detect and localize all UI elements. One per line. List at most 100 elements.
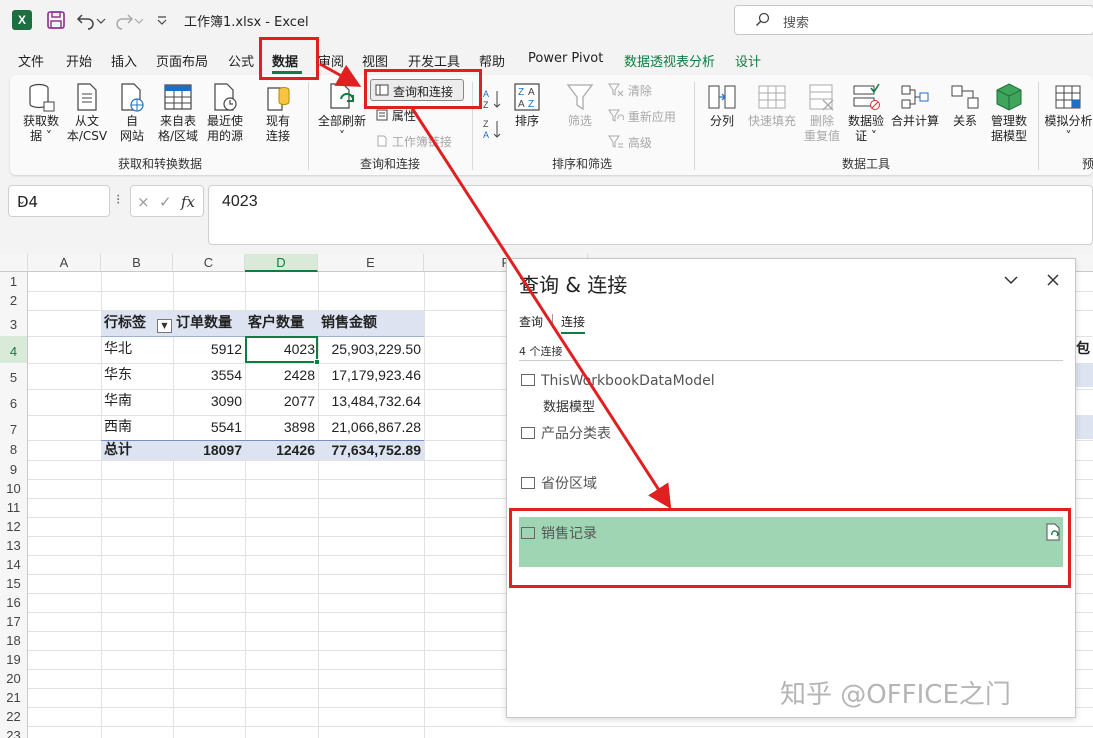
partial-cell[interactable] bbox=[1076, 363, 1093, 387]
relationships-button[interactable]: 关系 bbox=[946, 82, 984, 129]
reapply-button[interactable]: 重新应用 bbox=[608, 108, 676, 125]
enter-icon[interactable]: ✓ bbox=[159, 193, 172, 211]
from-table-range-button[interactable]: 来自表 格/区域 bbox=[154, 82, 202, 144]
column-header-c[interactable]: C bbox=[173, 254, 245, 272]
tab-queries[interactable]: 查询 bbox=[519, 313, 543, 330]
tab-view[interactable]: 视图 bbox=[362, 51, 388, 70]
tab-developer[interactable]: 开发工具 bbox=[408, 51, 460, 70]
row-header[interactable]: 6 bbox=[0, 389, 28, 415]
pivot-customers-value[interactable]: 3898 bbox=[245, 415, 318, 439]
formula-bar-splitter-icon[interactable]: ⁝ bbox=[116, 192, 120, 208]
tab-pivottable-analyze[interactable]: 数据透视表分析 bbox=[624, 51, 715, 70]
row-header[interactable]: 18 bbox=[0, 631, 28, 650]
from-text-csv-button[interactable]: 从文 本/CSV bbox=[64, 82, 110, 144]
pivot-customers-value[interactable]: 2428 bbox=[245, 363, 318, 387]
advanced-filter-button[interactable]: 高级 bbox=[608, 134, 652, 151]
pivot-sales-value[interactable]: 25,903,229.50 bbox=[318, 337, 424, 361]
tab-help[interactable]: 帮助 bbox=[479, 51, 505, 70]
row-header[interactable]: 3 bbox=[0, 310, 28, 336]
pivot-orders-value[interactable]: 5541 bbox=[173, 415, 245, 439]
sort-descending-button[interactable]: ZA bbox=[482, 118, 502, 143]
row-header[interactable]: 10 bbox=[0, 479, 28, 498]
tab-power-pivot[interactable]: Power Pivot bbox=[528, 51, 603, 66]
consolidate-button[interactable]: 合并计算 bbox=[888, 82, 942, 129]
column-header-e[interactable]: E bbox=[318, 254, 424, 272]
undo-dropdown-icon[interactable] bbox=[96, 10, 106, 30]
active-cell-d4[interactable] bbox=[245, 336, 318, 363]
manage-data-model-button[interactable]: 管理数 据模型 bbox=[986, 82, 1032, 144]
partial-cell[interactable] bbox=[1076, 415, 1093, 439]
row-header[interactable]: 4 bbox=[0, 336, 28, 363]
column-header-d[interactable]: D bbox=[245, 254, 318, 272]
sort-button[interactable]: ZA AZ 排序 bbox=[510, 82, 544, 129]
pane-options-chevron-down-icon[interactable] bbox=[1004, 275, 1018, 285]
undo-icon[interactable] bbox=[76, 10, 96, 30]
row-header[interactable]: 23 bbox=[0, 726, 28, 738]
redo-icon[interactable] bbox=[114, 10, 134, 30]
column-header-b[interactable]: B bbox=[101, 254, 173, 272]
row-header[interactable]: 17 bbox=[0, 612, 28, 631]
from-web-button[interactable]: 自 网站 bbox=[112, 82, 152, 144]
clear-filter-button[interactable]: 清除 bbox=[608, 82, 652, 99]
fill-handle[interactable] bbox=[314, 359, 320, 365]
row-labels-filter-dropdown-icon[interactable]: ▼ bbox=[157, 319, 172, 333]
tab-formulas[interactable]: 公式 bbox=[228, 51, 254, 70]
flash-fill-button[interactable]: 快速填充 bbox=[744, 82, 800, 129]
row-header[interactable]: 8 bbox=[0, 440, 28, 460]
pivot-customers-value[interactable]: 2077 bbox=[245, 389, 318, 413]
pivot-header-sales[interactable]: 销售金额 bbox=[318, 311, 380, 335]
pivot-header-customers[interactable]: 客户数量 bbox=[245, 311, 307, 335]
tab-page-layout[interactable]: 页面布局 bbox=[156, 51, 208, 70]
row-header[interactable]: 5 bbox=[0, 363, 28, 389]
pivot-header-row-labels[interactable]: 行标签 bbox=[101, 311, 149, 335]
close-icon[interactable] bbox=[1047, 274, 1059, 286]
tab-insert[interactable]: 插入 bbox=[111, 51, 137, 70]
recent-sources-button[interactable]: 最近使 用的源 bbox=[202, 82, 248, 144]
refresh-all-button[interactable]: 全部刷新 ˅ bbox=[314, 82, 370, 144]
select-all-corner[interactable] bbox=[0, 254, 28, 272]
pivot-row-label[interactable]: 西南 bbox=[101, 415, 135, 439]
row-header[interactable]: 2 bbox=[0, 291, 28, 310]
row-header[interactable]: 15 bbox=[0, 574, 28, 593]
save-icon[interactable] bbox=[46, 10, 66, 30]
row-header[interactable]: 21 bbox=[0, 688, 28, 707]
row-header[interactable]: 14 bbox=[0, 555, 28, 574]
row-header[interactable]: 7 bbox=[0, 415, 28, 440]
row-header[interactable]: 1 bbox=[0, 272, 28, 291]
pivot-row-label[interactable]: 华南 bbox=[101, 389, 135, 413]
row-header[interactable]: 12 bbox=[0, 517, 28, 536]
workbook-links-button[interactable]: 工作簿链接 bbox=[376, 133, 452, 150]
redo-dropdown-icon[interactable] bbox=[134, 10, 144, 30]
column-header-a[interactable]: A bbox=[28, 254, 101, 272]
pivot-row-label[interactable]: 华北 bbox=[101, 337, 135, 361]
pivot-sales-value[interactable]: 13,484,732.64 bbox=[318, 389, 424, 413]
tab-file[interactable]: 文件 bbox=[18, 51, 44, 70]
formula-input[interactable]: 4023 bbox=[208, 185, 1093, 245]
properties-button[interactable]: 属性 bbox=[376, 107, 416, 124]
pivot-sales-value[interactable]: 21,066,867.28 bbox=[318, 415, 424, 439]
pivot-total-customers[interactable]: 12426 bbox=[245, 438, 318, 462]
name-box[interactable]: D4 ⌄ bbox=[8, 185, 110, 217]
tab-design[interactable]: 设计 bbox=[735, 51, 761, 70]
text-to-columns-button[interactable]: 分列 bbox=[702, 82, 742, 129]
insert-function-icon[interactable]: fx bbox=[181, 193, 195, 211]
row-header[interactable]: 11 bbox=[0, 498, 28, 517]
name-box-dropdown-icon[interactable]: ⌄ bbox=[17, 194, 103, 207]
row-header[interactable]: 16 bbox=[0, 593, 28, 612]
tab-review[interactable]: 审阅 bbox=[318, 51, 344, 70]
pivot-header-orders[interactable]: 订单数量 bbox=[173, 311, 235, 335]
pivot-row-label[interactable]: 华东 bbox=[101, 363, 135, 387]
sort-ascending-button[interactable]: AZ bbox=[482, 88, 502, 112]
pivot-total-label[interactable]: 总计 bbox=[101, 438, 135, 462]
pivot-orders-value[interactable]: 3554 bbox=[173, 363, 245, 387]
customize-qat-icon[interactable] bbox=[156, 10, 168, 30]
connection-item[interactable]: 产品分类表 bbox=[521, 423, 611, 443]
partial-cell[interactable]: 包 bbox=[1076, 337, 1093, 361]
get-data-button[interactable]: 获取数 据 ˅ bbox=[18, 82, 64, 144]
search-box[interactable]: 搜索 bbox=[734, 5, 1093, 35]
tab-connections[interactable]: 连接 bbox=[561, 313, 586, 334]
tab-home[interactable]: 开始 bbox=[66, 51, 92, 70]
existing-connections-button[interactable]: 现有 连接 bbox=[258, 82, 298, 144]
remove-duplicates-button[interactable]: 删除 重复值 bbox=[800, 82, 844, 144]
connection-item[interactable]: 省份区域 bbox=[521, 473, 597, 493]
